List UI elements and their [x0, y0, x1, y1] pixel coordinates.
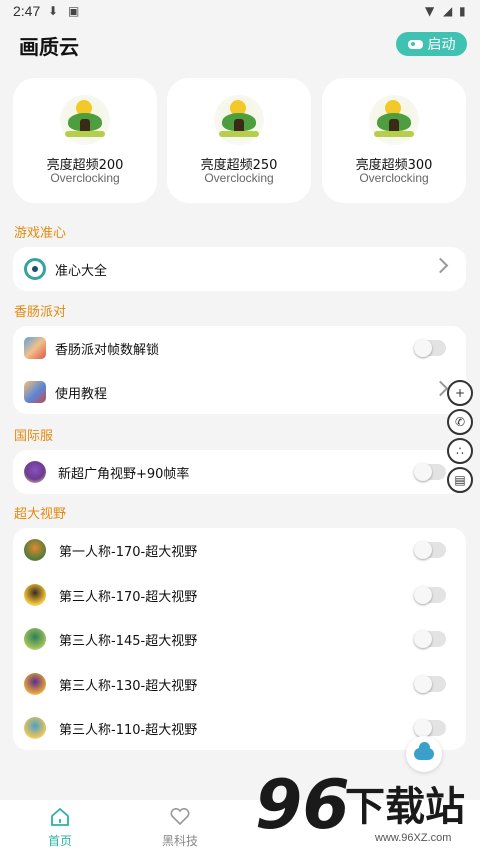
app-title: 画质云 — [19, 35, 79, 59]
game-character-icon — [24, 628, 46, 650]
fov-toggle[interactable] — [414, 586, 446, 604]
card-subtitle: Overclocking — [204, 171, 274, 185]
watermark-url: www.96XZ.com — [375, 832, 452, 844]
card-subtitle: Overclocking — [50, 171, 120, 185]
battery-icon: ▮ — [459, 4, 466, 18]
chevron-right-icon — [432, 257, 449, 274]
section-label-wide-view: 超大视野 — [14, 507, 67, 522]
list-item-fov: 第三人称-170-超大视野 — [13, 573, 466, 617]
list-item-label: 第三人称-145-超大视野 — [59, 634, 198, 649]
cloud-button[interactable] — [406, 736, 442, 772]
chevron-right-icon — [432, 380, 449, 397]
status-time: 2:47 — [13, 3, 41, 19]
wide-view-group: 第一人称-170-超大视野 第三人称-170-超大视野 第三人称-145-超大视… — [13, 528, 466, 750]
tab-tech[interactable]: 黑科技 — [120, 800, 240, 853]
status-bar: 2:47 ⬇ ▣ ▼ ◢ ▮ — [0, 0, 480, 24]
list-item-fov: 第三人称-130-超大视野 — [13, 662, 466, 706]
game-character-icon — [24, 461, 46, 483]
list-item-fov: 第三人称-145-超大视野 — [13, 617, 466, 661]
list-item-label: 第三人称-130-超大视野 — [59, 679, 198, 694]
watermark-text: 下载站 — [345, 784, 465, 830]
share-icon[interactable]: ∴ — [447, 438, 473, 464]
watermark-number: 96 — [255, 766, 350, 845]
list-item-label: 使用教程 — [55, 387, 108, 402]
gamepad-icon — [407, 39, 423, 49]
overclock-card-250[interactable]: 亮度超频250 Overclocking — [167, 78, 311, 203]
section-label-sausage: 香肠派对 — [14, 305, 67, 320]
heart-icon — [170, 808, 190, 826]
list-item-fps-unlock: 香肠派对帧数解锁 — [13, 326, 466, 370]
fov-toggle[interactable] — [414, 541, 446, 559]
wifi-icon: ▼ — [425, 4, 435, 18]
crosshair-icon — [24, 258, 46, 280]
sausage-party-icon — [24, 381, 46, 403]
home-icon — [51, 808, 69, 826]
plus-shield-icon[interactable]: + — [447, 380, 473, 406]
signal-icon: ◢ — [443, 4, 453, 18]
list-item-label: 准心大全 — [55, 264, 108, 279]
fov-toggle[interactable] — [414, 719, 446, 737]
phone-icon[interactable]: ✆ — [447, 409, 473, 435]
cloud-icon — [414, 742, 434, 760]
tab-home[interactable]: 首页 — [0, 800, 120, 853]
start-button-label: 启动 — [427, 37, 456, 53]
fps-unlock-toggle[interactable] — [414, 339, 446, 357]
notification-a-icon: ▣ — [68, 4, 80, 18]
overclock-card-200[interactable]: 亮度超频200 Overclocking — [13, 78, 157, 203]
list-item-label: 第一人称-170-超大视野 — [59, 545, 198, 560]
store-icon[interactable]: ▤ — [447, 467, 473, 493]
watermark-logo: 96 下载站 www.96XZ.com — [255, 770, 480, 853]
intl-group: 新超广角视野+90帧率 — [13, 450, 466, 494]
sausage-group: 香肠派对帧数解锁 使用教程 — [13, 326, 466, 414]
card-art-icon — [60, 95, 110, 145]
list-item-fov: 第一人称-170-超大视野 — [13, 528, 466, 572]
game-character-icon — [24, 539, 46, 561]
list-item-crosshair-collection[interactable]: 准心大全 — [13, 247, 466, 291]
card-art-icon — [214, 95, 264, 145]
list-item-fov: 第三人称-110-超大视野 — [13, 706, 466, 750]
game-character-icon — [24, 584, 46, 606]
overclock-card-300[interactable]: 亮度超频300 Overclocking — [322, 78, 466, 203]
wide-angle-toggle[interactable] — [414, 463, 446, 481]
list-item-tutorial[interactable]: 使用教程 — [13, 370, 466, 414]
tab-label: 黑科技 — [161, 834, 198, 848]
list-item-label: 第三人称-110-超大视野 — [59, 723, 198, 738]
section-label-intl: 国际服 — [14, 429, 54, 444]
game-character-icon — [24, 673, 46, 695]
list-item-wide-angle: 新超广角视野+90帧率 — [13, 450, 466, 494]
section-label-crosshair: 游戏准心 — [14, 226, 67, 241]
sausage-party-icon — [24, 337, 46, 359]
list-item-label: 第三人称-170-超大视野 — [59, 590, 198, 605]
crosshair-group: 准心大全 — [13, 247, 466, 291]
card-subtitle: Overclocking — [359, 171, 429, 185]
list-item-label: 香肠派对帧数解锁 — [55, 343, 160, 358]
start-button[interactable]: 启动 — [396, 32, 467, 56]
list-item-label: 新超广角视野+90帧率 — [58, 467, 190, 482]
download-icon: ⬇ — [48, 4, 59, 18]
card-art-icon — [369, 95, 419, 145]
fov-toggle[interactable] — [414, 675, 446, 693]
tab-label: 首页 — [47, 834, 72, 848]
fov-toggle[interactable] — [414, 630, 446, 648]
game-character-icon — [24, 717, 46, 739]
